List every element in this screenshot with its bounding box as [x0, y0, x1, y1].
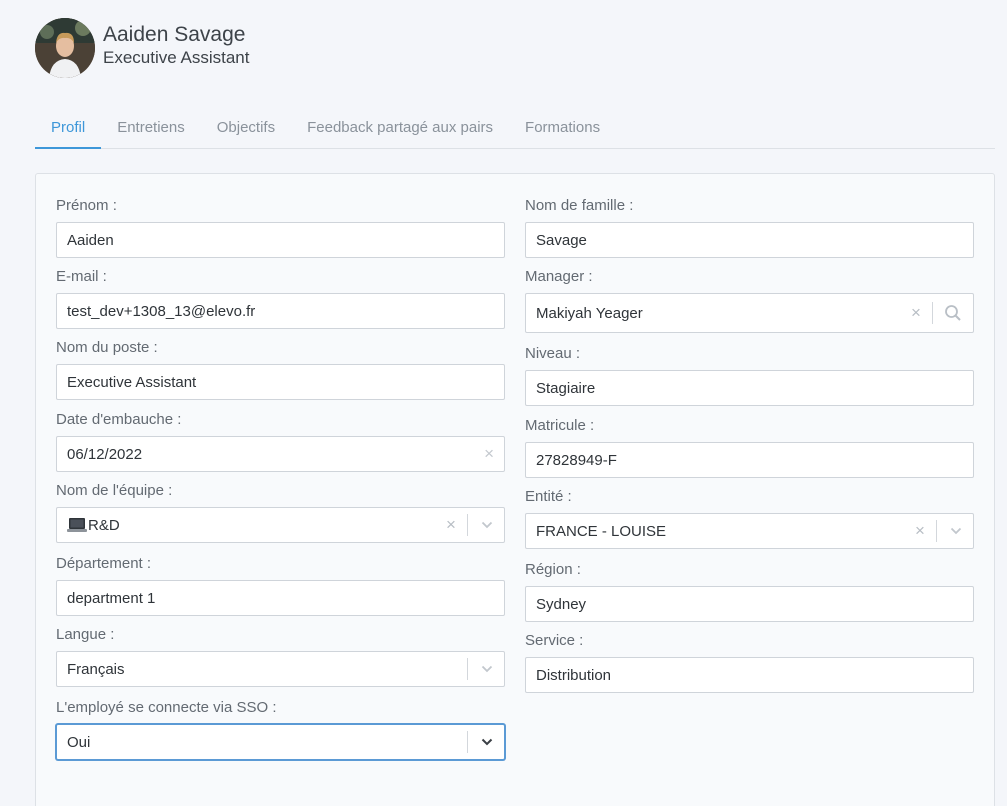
sso-label: L'employé se connecte via SSO :: [56, 699, 277, 716]
field-sso: L'employé se connecte via SSO : Oui: [56, 699, 505, 760]
entite-label: Entité :: [525, 488, 572, 505]
select-separator: [467, 658, 468, 680]
embauche-label: Date d'embauche :: [56, 411, 182, 428]
field-manager: Manager : Makiyah Yeager ×: [525, 268, 974, 333]
sso-value: Oui: [67, 733, 91, 751]
matricule-label: Matricule :: [525, 417, 595, 434]
prenom-value: Aaiden: [67, 231, 114, 249]
region-label: Région :: [525, 561, 581, 578]
clear-icon[interactable]: ×: [912, 521, 928, 541]
manager-label: Manager :: [525, 268, 593, 285]
matricule-input[interactable]: 27828949-F: [525, 442, 974, 478]
field-region: Région : Sydney: [525, 561, 974, 622]
chevron-down-icon[interactable]: [476, 665, 498, 673]
prenom-label: Prénom :: [56, 197, 117, 214]
select-separator: [936, 520, 937, 542]
departement-label: Département :: [56, 555, 152, 572]
tab-feedback[interactable]: Feedback partagé aux pairs: [291, 108, 509, 149]
field-entite: Entité : FRANCE - LOUISE ×: [525, 488, 974, 549]
departement-input[interactable]: department 1: [56, 580, 505, 616]
chevron-down-icon[interactable]: [945, 527, 967, 535]
niveau-input[interactable]: Stagiaire: [525, 370, 974, 406]
prenom-input[interactable]: Aaiden: [56, 222, 505, 258]
matricule-value: 27828949-F: [536, 451, 617, 469]
search-icon[interactable]: [941, 304, 965, 322]
tab-objectifs[interactable]: Objectifs: [201, 108, 291, 149]
select-separator: [932, 302, 933, 324]
region-value: Sydney: [536, 595, 587, 613]
poste-input[interactable]: Executive Assistant: [56, 364, 505, 400]
service-input[interactable]: Distribution: [525, 657, 974, 693]
equipe-label: Nom de l'équipe :: [56, 482, 173, 499]
poste-value: Executive Assistant: [67, 373, 197, 391]
avatar: [35, 18, 95, 78]
field-equipe: Nom de l'équipe : R&D ×: [56, 482, 505, 543]
field-niveau: Niveau : Stagiaire: [525, 345, 974, 406]
sso-select[interactable]: Oui: [56, 724, 505, 760]
manager-value: Makiyah Yeager: [536, 304, 643, 322]
email-input[interactable]: test_dev+1308_13@elevo.fr: [56, 293, 505, 329]
langue-value: Français: [67, 660, 125, 678]
select-separator: [467, 514, 468, 536]
niveau-value: Stagiaire: [536, 379, 596, 397]
service-value: Distribution: [536, 666, 612, 684]
chevron-down-icon[interactable]: [476, 738, 498, 746]
select-separator: [467, 731, 468, 753]
field-departement: Département : department 1: [56, 555, 505, 616]
equipe-value: R&D: [88, 516, 120, 534]
tab-profil[interactable]: Profil: [35, 108, 102, 149]
entite-select[interactable]: FRANCE - LOUISE ×: [525, 513, 974, 549]
nom-label: Nom de famille :: [525, 197, 634, 214]
service-label: Service :: [525, 632, 584, 649]
profile-form-panel: Prénom : Aaiden E-mail : test_dev+1308_1…: [35, 173, 995, 806]
embauche-value: 06/12/2022: [67, 445, 143, 463]
clear-date-icon[interactable]: ×: [484, 444, 494, 464]
tab-formations[interactable]: Formations: [509, 108, 616, 149]
clear-icon[interactable]: ×: [443, 515, 459, 535]
manager-search-select[interactable]: Makiyah Yeager ×: [525, 293, 974, 333]
field-poste: Nom du poste : Executive Assistant: [56, 339, 505, 400]
laptop-emoji-icon: [67, 516, 87, 534]
field-matricule: Matricule : 27828949-F: [525, 417, 974, 478]
tab-entretiens[interactable]: Entretiens: [101, 108, 201, 149]
field-langue: Langue : Français: [56, 626, 505, 687]
email-value: test_dev+1308_13@elevo.fr: [67, 302, 256, 320]
tab-bar: Profil Entretiens Objectifs Feedback par…: [35, 108, 995, 149]
equipe-select[interactable]: R&D ×: [56, 507, 505, 543]
langue-select[interactable]: Français: [56, 651, 505, 687]
employee-name: Aaiden Savage: [103, 23, 246, 46]
employee-job-title: Executive Assistant: [103, 48, 250, 67]
niveau-label: Niveau :: [525, 345, 581, 362]
departement-value: department 1: [67, 589, 156, 607]
embauche-date-input[interactable]: 06/12/2022 ×: [56, 436, 505, 472]
nom-input[interactable]: Savage: [525, 222, 974, 258]
region-input[interactable]: Sydney: [525, 586, 974, 622]
langue-label: Langue :: [56, 626, 115, 643]
entite-value: FRANCE - LOUISE: [536, 522, 667, 540]
field-service: Service : Distribution: [525, 632, 974, 693]
email-label: E-mail :: [56, 268, 107, 285]
profile-header: Aaiden Savage Executive Assistant: [35, 18, 249, 78]
field-embauche: Date d'embauche : 06/12/2022 ×: [56, 411, 505, 472]
poste-label: Nom du poste :: [56, 339, 158, 356]
field-nom: Nom de famille : Savage: [525, 197, 974, 258]
chevron-down-icon[interactable]: [476, 521, 498, 529]
nom-value: Savage: [536, 231, 587, 249]
field-email: E-mail : test_dev+1308_13@elevo.fr: [56, 268, 505, 329]
clear-icon[interactable]: ×: [908, 303, 924, 323]
field-prenom: Prénom : Aaiden: [56, 197, 505, 258]
